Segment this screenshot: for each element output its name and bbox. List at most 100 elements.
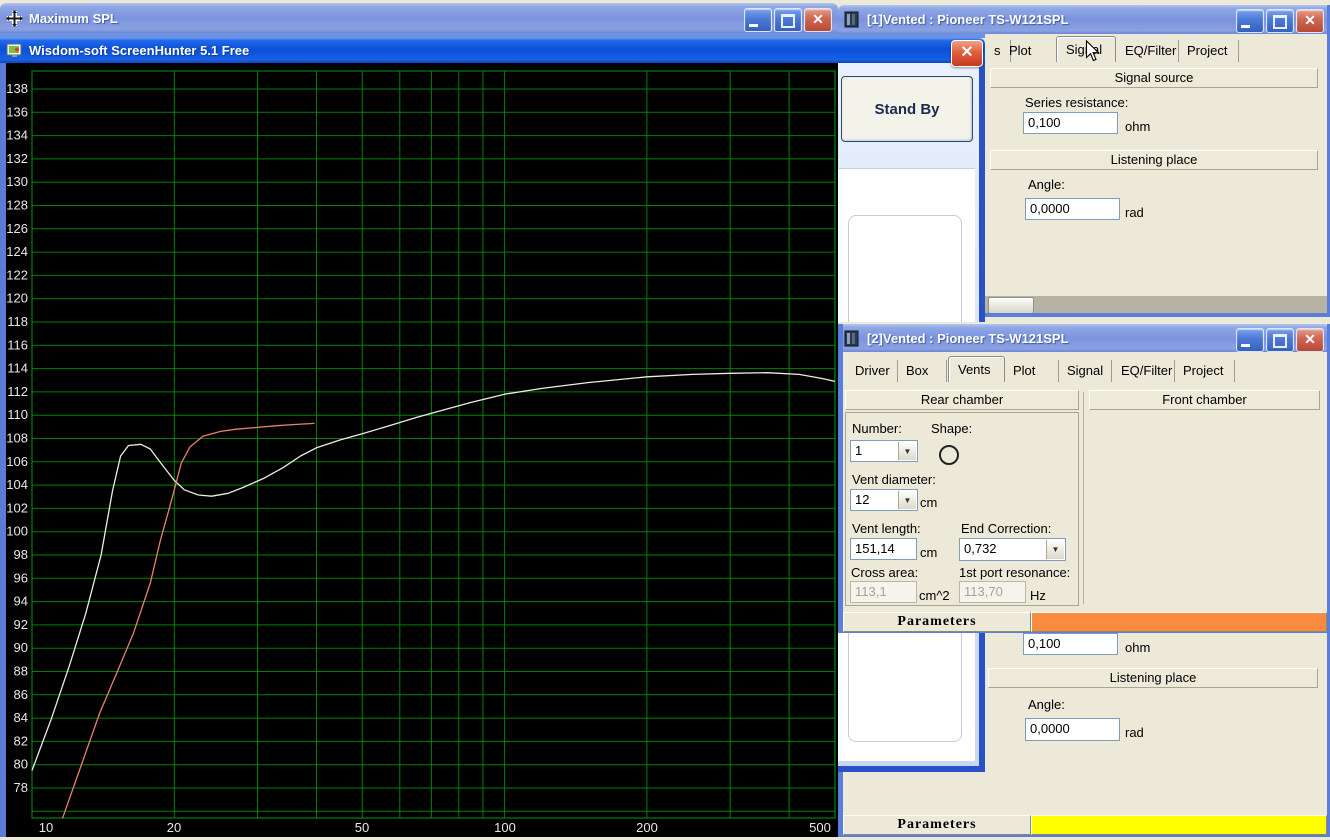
chart-window: Maximum SPL ✕ 138 136 134 132 130 128 126 124 12… <box>0 0 838 837</box>
signal-source-header: Signal source <box>990 68 1318 88</box>
window-2-left-border <box>838 324 843 633</box>
angle-unit: rad <box>1125 205 1144 220</box>
screenhunter-app-icon <box>6 43 22 57</box>
vent-length-input[interactable]: 151,14 <box>850 538 917 560</box>
tab-eq-filter[interactable]: EQ/Filter <box>1116 40 1179 62</box>
screenhunter-close-button[interactable]: ✕ <box>951 40 983 67</box>
vent-diameter-unit: cm <box>920 495 938 510</box>
number-label: Number: <box>852 421 902 436</box>
svg-text:110: 110 <box>7 407 28 422</box>
angle-input-w3[interactable]: 0,0000 <box>1025 718 1120 741</box>
tab-plot[interactable]: Plot <box>1004 360 1059 382</box>
svg-text:136: 136 <box>6 104 28 119</box>
maximize-icon <box>1273 15 1287 29</box>
parameters-button-w2[interactable]: Parameters <box>843 612 1031 632</box>
number-combobox[interactable]: 1 ▼ <box>850 440 918 462</box>
maximize-button[interactable] <box>774 8 802 32</box>
number-value: 1 <box>855 443 863 458</box>
svg-text:94: 94 <box>14 594 28 609</box>
series-resistance-input-w3[interactable]: 0,100 <box>1023 633 1118 655</box>
maximize-icon <box>781 14 795 28</box>
tab-eq-filter[interactable]: EQ/Filter <box>1112 360 1175 382</box>
svg-text:200: 200 <box>636 820 658 835</box>
series-resistance-input[interactable]: 0,100 <box>1023 112 1118 134</box>
svg-text:128: 128 <box>6 198 28 213</box>
screenhunter-titlebar[interactable]: Wisdom-soft ScreenHunter 5.1 Free <box>0 38 985 63</box>
rear-chamber-header: Rear chamber <box>845 390 1079 410</box>
close-button[interactable]: ✕ <box>1296 328 1324 352</box>
minimize-icon <box>1241 25 1250 28</box>
svg-text:102: 102 <box>6 500 28 515</box>
svg-text:126: 126 <box>6 221 28 236</box>
chart-window-title: Maximum SPL <box>29 10 118 26</box>
close-button[interactable]: ✕ <box>1296 9 1324 33</box>
svg-text:84: 84 <box>14 710 28 725</box>
dropdown-arrow-icon[interactable]: ▼ <box>898 491 916 509</box>
angle-unit-w3: rad <box>1125 725 1144 740</box>
angle-label: Angle: <box>1028 177 1065 192</box>
svg-text:100: 100 <box>6 524 28 539</box>
mouse-cursor <box>1085 40 1100 62</box>
window-1-hscrollbar-track[interactable] <box>985 296 1327 313</box>
end-correction-value: 0,732 <box>964 541 997 556</box>
screenhunter-bottom-border <box>838 766 985 772</box>
window-1-title: [1]Vented : Pioneer TS-W121SPL <box>867 12 1069 27</box>
close-icon: ✕ <box>1304 331 1316 347</box>
dropdown-arrow-icon[interactable]: ▼ <box>898 442 916 460</box>
svg-text:132: 132 <box>6 151 28 166</box>
chart-plot-area: 138 136 134 132 130 128 126 124 122 120 118 116 114 1… <box>0 63 838 837</box>
cross-area-unit: cm^2 <box>919 588 950 603</box>
tab-signal[interactable]: Signal <box>1058 360 1112 382</box>
svg-text:82: 82 <box>14 733 28 748</box>
maximize-button[interactable] <box>1266 328 1294 352</box>
close-button[interactable]: ✕ <box>804 8 832 32</box>
svg-text:114: 114 <box>7 361 28 376</box>
svg-text:96: 96 <box>14 570 28 585</box>
vent-diameter-combobox[interactable]: 12 ▼ <box>850 489 918 511</box>
dropdown-arrow-icon[interactable]: ▼ <box>1046 540 1064 559</box>
minimize-button[interactable] <box>744 8 772 32</box>
svg-text:124: 124 <box>6 244 28 259</box>
tab-project[interactable]: Project <box>1174 360 1235 382</box>
window-1-hscrollbar-thumb[interactable] <box>988 297 1034 314</box>
svg-text:92: 92 <box>14 617 28 632</box>
svg-text:80: 80 <box>14 757 28 772</box>
svg-text:116: 116 <box>7 337 28 352</box>
minimize-icon <box>749 24 758 27</box>
svg-text:100: 100 <box>494 820 516 835</box>
tab-driver[interactable]: Driver <box>846 360 898 382</box>
vent-length-label: Vent length: <box>852 521 921 536</box>
angle-input[interactable]: 0,0000 <box>1025 198 1120 220</box>
shape-label: Shape: <box>931 421 973 436</box>
cross-area-output: 113,1 <box>850 581 917 603</box>
svg-text:104: 104 <box>6 477 28 492</box>
svg-text:122: 122 <box>6 267 28 282</box>
end-correction-combobox[interactable]: 0,732 ▼ <box>959 538 1066 561</box>
standby-button[interactable]: Stand By <box>841 76 973 142</box>
angle-label-w3: Angle: <box>1028 697 1065 712</box>
close-icon: ✕ <box>1304 12 1316 28</box>
tab-plot[interactable]: Plot <box>1000 40 1057 62</box>
tab-vents[interactable]: Vents <box>948 356 1005 382</box>
series-resistance-label: Series resistance: <box>1025 95 1129 110</box>
maximize-button[interactable] <box>1266 9 1294 33</box>
status-bar-w2 <box>1031 612 1327 632</box>
tab-project[interactable]: Project <box>1178 40 1239 62</box>
svg-text:120: 120 <box>6 291 28 306</box>
front-chamber-header: Front chamber <box>1089 390 1320 410</box>
tab-box[interactable]: Box <box>897 360 947 382</box>
shape-circle-icon <box>939 445 959 465</box>
svg-text:500: 500 <box>809 820 831 835</box>
winisd-project-icon <box>844 11 859 28</box>
minimize-button[interactable] <box>1236 328 1264 352</box>
screenhunter-title: Wisdom-soft ScreenHunter 5.1 Free <box>29 43 250 58</box>
svg-text:106: 106 <box>6 454 28 469</box>
chart-window-titlebar[interactable]: Maximum SPL <box>0 3 838 33</box>
parameters-button-w3[interactable]: Parameters <box>843 815 1031 835</box>
status-bar-w3 <box>1031 815 1327 835</box>
close-icon: ✕ <box>960 44 974 61</box>
port-resonance-output: 113,70 <box>959 581 1026 603</box>
end-correction-label: End Correction: <box>961 521 1052 536</box>
minimize-button[interactable] <box>1236 9 1264 33</box>
chart-window-left-border <box>0 63 6 837</box>
